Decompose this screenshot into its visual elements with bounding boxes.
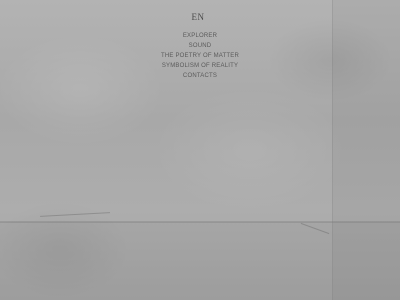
nav-item-contacts: CONTACTS <box>140 68 260 79</box>
wall-panel-bottom <box>0 222 400 300</box>
nav-item-explorer: EXPLORER <box>140 28 260 39</box>
nav-link-contacts[interactable]: CONTACTS <box>183 73 217 79</box>
nav-item-symbolism-of-reality: SYMBOLISM OF REALITY <box>140 58 260 69</box>
nav-item-sound: SOUND <box>140 38 260 49</box>
main-navigation: EXPLORER SOUND THE POETRY OF MATTER SYMB… <box>140 28 260 79</box>
language-switcher[interactable]: EN <box>188 12 208 22</box>
panel-seam-vertical <box>332 0 333 300</box>
nav-item-poetry-of-matter: THE POETRY OF MATTER <box>140 48 260 59</box>
panel-seam-horizontal <box>0 221 400 223</box>
